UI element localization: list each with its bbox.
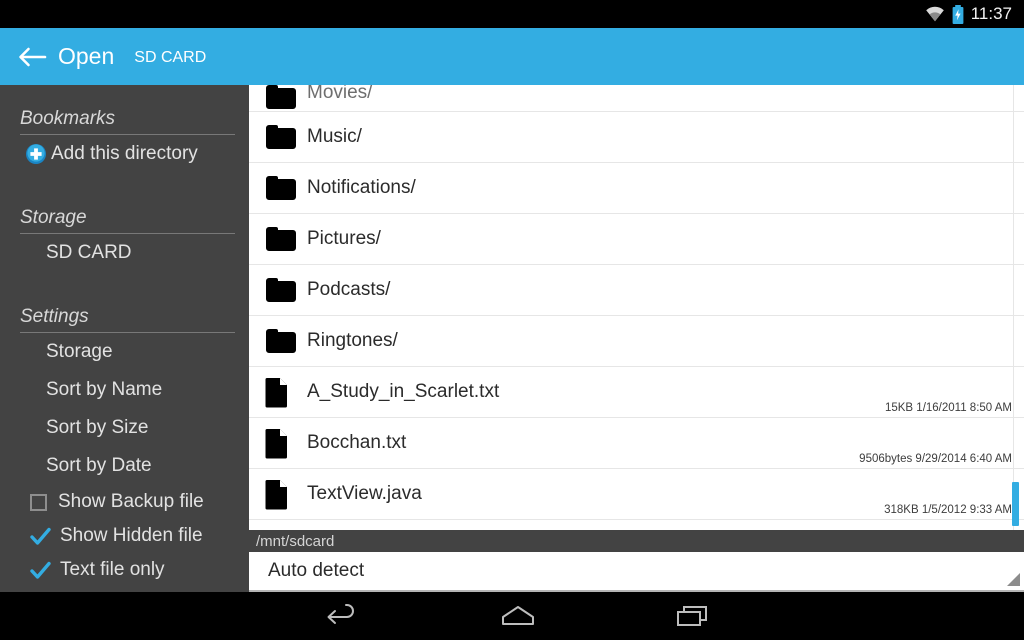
list-item-name: Notifications/ <box>307 177 416 198</box>
battery-charging-icon <box>952 4 964 24</box>
android-file-picker-screen: 11:37 Open SD CARD Bookmarks Add this di… <box>0 0 1024 640</box>
spinner-triangle-icon <box>1007 573 1020 586</box>
file-icon <box>265 377 297 408</box>
sidebar-item-sort-by-name[interactable]: Sort by Name <box>0 371 249 409</box>
nav-back-icon[interactable] <box>255 603 430 629</box>
status-clock: 11:37 <box>970 4 1012 23</box>
sidebar-checkbox-text-file-only[interactable]: Text file only <box>0 553 249 587</box>
file-list[interactable]: Movies/ Music/ Notifications/ Pictures/ <box>249 85 1024 530</box>
list-item-name: A_Study_in_Scarlet.txt <box>307 381 500 402</box>
action-bar: Open SD CARD <box>0 28 1024 85</box>
folder-icon <box>265 85 297 111</box>
list-item-name: Music/ <box>307 126 362 147</box>
sidebar-checkbox-show-backup-file[interactable]: Show Backup file <box>0 485 249 519</box>
sidebar: Bookmarks Add this directory Storage SD … <box>0 85 249 592</box>
folder-icon <box>265 175 297 201</box>
list-item[interactable]: Pictures/ <box>249 214 1024 265</box>
sidebar-item-sort-by-date[interactable]: Sort by Date <box>0 447 249 485</box>
list-item-name: Ringtones/ <box>307 330 398 351</box>
list-item[interactable]: TextView.java 318KB 1/5/2012 9:33 AM <box>249 469 1024 520</box>
checkbox-checked-icon <box>30 526 51 547</box>
list-item-name: Bocchan.txt <box>307 432 407 453</box>
sidebar-item-sort-by-size[interactable]: Sort by Size <box>0 409 249 447</box>
status-bar: 11:37 <box>0 0 1024 28</box>
list-item[interactable]: Ringtones/ <box>249 316 1024 367</box>
list-item-name: Movies/ <box>307 85 373 103</box>
sidebar-item-storage[interactable]: Storage <box>0 333 249 371</box>
sidebar-item-add-this-directory[interactable]: Add this directory <box>0 135 249 173</box>
file-icon <box>265 479 297 510</box>
current-path-text: /mnt/sdcard <box>256 532 335 550</box>
checkbox-unchecked-icon <box>30 493 47 511</box>
list-item-name: TextView.java <box>307 483 422 504</box>
folder-icon <box>265 328 297 354</box>
sidebar-item-label: Show Hidden file <box>60 525 203 546</box>
list-item-meta: 318KB 1/5/2012 9:33 AM <box>884 504 1012 516</box>
list-item-meta: 9506bytes 9/29/2014 6:40 AM <box>859 453 1012 465</box>
sidebar-section-settings: Settings <box>20 297 235 333</box>
checkbox-checked-icon <box>30 560 51 581</box>
list-item-name: Pictures/ <box>307 228 381 249</box>
file-icon <box>265 428 297 459</box>
android-navigation-bar <box>0 592 1024 640</box>
sidebar-item-label: Add this directory <box>51 143 198 164</box>
list-item[interactable]: Music/ <box>249 112 1024 163</box>
list-item[interactable]: A_Study_in_Scarlet.txt 15KB 1/16/2011 8:… <box>249 367 1024 418</box>
list-item-meta: 15KB 1/16/2011 8:50 AM <box>884 402 1012 414</box>
folder-icon <box>265 226 297 252</box>
sidebar-item-sd-card[interactable]: SD CARD <box>0 234 249 272</box>
folder-icon <box>265 124 297 150</box>
vertical-scrollbar[interactable] <box>1012 482 1019 526</box>
sidebar-checkbox-show-hidden-file[interactable]: Show Hidden file <box>0 519 249 553</box>
encoding-spinner[interactable]: Auto detect <box>249 552 1024 592</box>
sidebar-section-storage: Storage <box>20 198 235 234</box>
nav-home-icon[interactable] <box>430 603 605 629</box>
list-item-name: Podcasts/ <box>307 279 391 300</box>
page-subtitle: SD CARD <box>134 48 207 66</box>
sidebar-section-bookmarks: Bookmarks <box>20 99 235 135</box>
folder-icon <box>265 277 297 303</box>
page-title: Open <box>58 43 115 69</box>
encoding-spinner-value: Auto detect <box>268 560 365 581</box>
list-item[interactable]: Movies/ <box>249 85 1024 112</box>
wifi-icon <box>925 6 945 22</box>
sidebar-item-label: Show Backup file <box>58 491 204 512</box>
add-circle-icon <box>25 143 47 165</box>
list-item[interactable]: Notifications/ <box>249 163 1024 214</box>
list-item[interactable]: Bocchan.txt 9506bytes 9/29/2014 6:40 AM <box>249 418 1024 469</box>
list-item[interactable]: Podcasts/ <box>249 265 1024 316</box>
list-right-divider <box>1013 85 1014 530</box>
current-path-bar: /mnt/sdcard <box>249 530 1024 552</box>
nav-recents-icon[interactable] <box>605 603 780 629</box>
back-arrow-icon[interactable] <box>18 46 47 68</box>
sidebar-item-label: Text file only <box>60 559 165 580</box>
